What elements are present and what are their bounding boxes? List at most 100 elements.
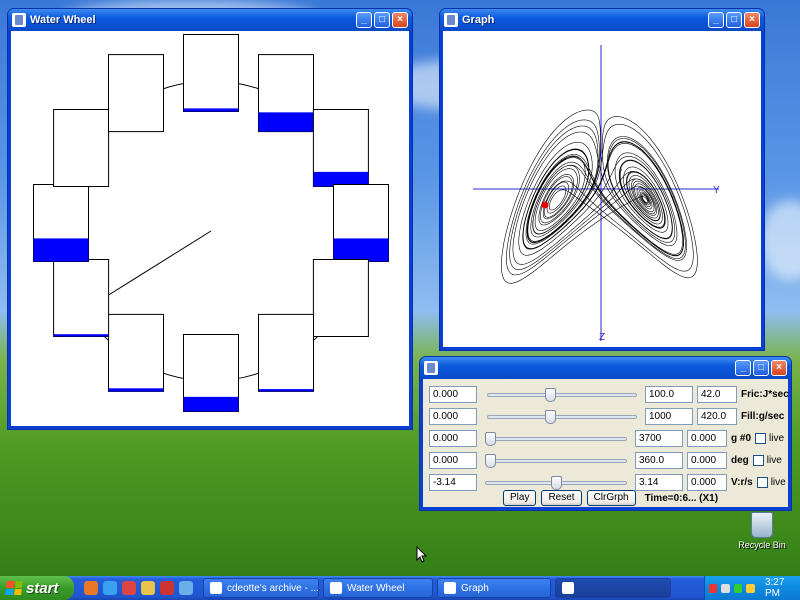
recycle-bin-icon <box>751 512 773 538</box>
water-wheel-titlebar[interactable]: Water Wheel _ □ × <box>8 9 412 31</box>
parameter-slider[interactable] <box>481 474 631 491</box>
taskbar-task[interactable]: cdeotte's archive - ... <box>203 578 319 598</box>
z-axis-label: Z <box>599 332 605 343</box>
bucket <box>183 334 239 412</box>
live-checkbox[interactable] <box>756 476 768 488</box>
graph-window[interactable]: Graph _ □ × Y Z <box>439 8 765 351</box>
minimize-button[interactable]: _ <box>708 12 724 28</box>
live-label: live <box>769 432 785 444</box>
parameter-label: V:r/s <box>731 476 753 488</box>
water-wheel-drawing <box>33 34 389 412</box>
parameter-label: Fric:J*sec <box>741 388 789 400</box>
live-checkbox[interactable] <box>752 454 764 466</box>
max-field[interactable]: 3700 <box>635 429 683 447</box>
play-button[interactable]: Play <box>503 490 537 506</box>
bucket <box>108 54 164 133</box>
graph-titlebar[interactable]: Graph _ □ × <box>440 9 764 31</box>
slider-thumb[interactable] <box>485 431 496 446</box>
bucket-water <box>108 388 164 392</box>
max-field[interactable]: 3.14 <box>635 473 683 491</box>
bucket-outline <box>53 109 110 187</box>
media-quicklaunch-icon[interactable] <box>122 581 136 595</box>
close-button[interactable]: × <box>392 12 408 28</box>
bucket-water <box>258 112 314 132</box>
reset-button[interactable]: Reset <box>541 490 582 506</box>
value-field[interactable]: 0.000 <box>687 429 727 447</box>
bucket-water <box>183 396 239 412</box>
maximize-button[interactable]: □ <box>753 360 769 376</box>
control-panel-window[interactable]: _ □ × Play Reset ClrGrph Time=0:6... (X1… <box>419 356 792 511</box>
bucket-water <box>258 389 314 392</box>
minimize-button[interactable]: _ <box>735 360 751 376</box>
close-button[interactable]: × <box>771 360 787 376</box>
firefox-quicklaunch-icon[interactable] <box>84 581 98 595</box>
bucket-outline <box>108 54 164 133</box>
value-field[interactable]: 420.0 <box>697 407 737 425</box>
max-field[interactable]: 100.0 <box>645 385 693 403</box>
task-list: cdeotte's archive - ... Water Wheel Graph <box>199 578 671 598</box>
min-field[interactable]: -3.14 <box>429 473 477 491</box>
java-app-icon <box>424 361 438 375</box>
maximize-button[interactable]: □ <box>726 12 742 28</box>
bucket <box>53 109 110 187</box>
slider-track <box>485 458 627 463</box>
slider-thumb[interactable] <box>545 387 557 402</box>
window-title: Water Wheel <box>30 14 96 26</box>
parameter-label: Fill:g/sec <box>741 410 785 422</box>
minimize-button[interactable]: _ <box>356 12 372 28</box>
water-wheel-window[interactable]: Water Wheel _ □ × <box>7 8 413 430</box>
current-state-marker <box>541 201 549 209</box>
clear-graph-button[interactable]: ClrGrph <box>586 490 636 506</box>
parameter-slider[interactable] <box>481 430 631 447</box>
bucket <box>183 34 239 112</box>
control-panel-titlebar[interactable]: _ □ × <box>420 357 791 379</box>
parameter-slider[interactable] <box>483 386 641 403</box>
min-field[interactable]: 0.000 <box>429 429 477 447</box>
parameter-slider[interactable] <box>483 408 641 425</box>
start-button[interactable]: start <box>0 576 74 600</box>
recycle-bin[interactable]: Recycle Bin <box>736 512 788 550</box>
maximize-button[interactable]: □ <box>374 12 390 28</box>
tray-icon-2[interactable] <box>721 583 730 593</box>
java-app-icon <box>444 13 458 27</box>
task-icon <box>562 582 574 594</box>
live-checkbox[interactable] <box>755 432 767 444</box>
max-field[interactable]: 360.0 <box>635 451 683 469</box>
y-axis-label: Y <box>713 185 720 196</box>
ie-quicklaunch-icon[interactable] <box>103 581 117 595</box>
value-field[interactable]: 0.000 <box>687 451 727 469</box>
bucket <box>258 54 314 133</box>
bucket <box>258 313 314 392</box>
parameter-slider[interactable] <box>481 452 631 469</box>
system-tray: 3:27 PM <box>704 576 800 600</box>
desktop-quicklaunch-icon[interactable] <box>179 581 193 595</box>
min-field[interactable]: 0.000 <box>429 407 477 425</box>
bucket <box>33 184 89 262</box>
bucket-outline <box>312 259 369 337</box>
taskbar-task[interactable]: Water Wheel <box>323 578 433 598</box>
tool-quicklaunch-icon[interactable] <box>160 581 174 595</box>
value-field[interactable]: 42.0 <box>697 385 737 403</box>
min-field[interactable]: 0.000 <box>429 451 477 469</box>
slider-thumb[interactable] <box>550 475 562 490</box>
button-row: Play Reset ClrGrph Time=0:6... (X1) <box>503 489 718 507</box>
max-field[interactable]: 1000 <box>645 407 693 425</box>
close-button[interactable]: × <box>744 12 760 28</box>
slider-thumb[interactable] <box>485 453 496 468</box>
bucket-water <box>53 334 109 337</box>
control-panel: Play Reset ClrGrph Time=0:6... (X1) 0.00… <box>423 379 789 507</box>
mouse-cursor-icon <box>416 546 428 563</box>
taskbar-task[interactable]: Graph <box>437 578 551 598</box>
tray-icon-3[interactable] <box>733 583 743 593</box>
tray-icon-4[interactable] <box>746 583 755 593</box>
bucket <box>53 259 110 337</box>
taskbar-task[interactable] <box>555 578 671 598</box>
slider-track <box>485 436 627 441</box>
min-field[interactable]: 0.000 <box>429 385 477 403</box>
recycle-bin-label: Recycle Bin <box>738 540 786 550</box>
tray-icon-1[interactable] <box>709 583 718 593</box>
folder-quicklaunch-icon[interactable] <box>141 581 155 595</box>
value-field[interactable]: 0.000 <box>687 473 727 491</box>
bucket-outline <box>258 313 314 392</box>
slider-thumb[interactable] <box>545 409 557 424</box>
